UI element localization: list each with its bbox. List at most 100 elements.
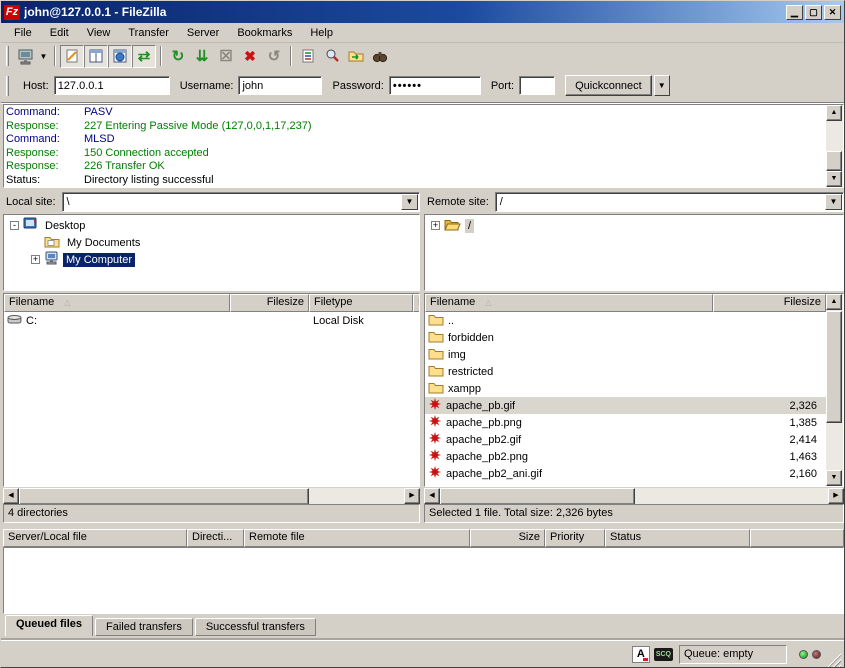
host-input[interactable] <box>54 76 170 95</box>
menu-file[interactable]: File <box>5 25 41 41</box>
expand-icon[interactable]: + <box>31 255 40 264</box>
column-header-remote-file[interactable]: Remote file <box>244 529 470 547</box>
maximize-button[interactable]: ▢ <box>805 5 822 20</box>
tree-item-label: My Documents <box>64 236 143 250</box>
tab-failed-transfers[interactable]: Failed transfers <box>95 618 193 636</box>
scroll-thumb[interactable] <box>19 488 309 505</box>
scroll-thumb[interactable] <box>440 488 635 505</box>
scroll-thumb[interactable] <box>826 311 842 423</box>
column-header-status[interactable]: Status <box>605 529 750 547</box>
remote-file-row-selected[interactable]: apache_pb.gif 2,326 <box>425 397 826 414</box>
queue-tabs: Queued files Failed transfers Successful… <box>5 615 318 636</box>
scroll-up-button[interactable]: ▲ <box>826 105 842 121</box>
scroll-down-button[interactable]: ▼ <box>826 171 842 187</box>
port-input[interactable] <box>519 76 555 95</box>
log-line-label: Response: <box>6 160 84 174</box>
remote-vertical-scrollbar[interactable]: ▲ ▼ <box>826 294 843 486</box>
scroll-left-button[interactable]: ◀ <box>3 488 19 504</box>
remote-file-row[interactable]: img <box>425 346 826 363</box>
minimize-button[interactable]: ▁ <box>786 5 803 20</box>
tree-item-my-computer[interactable]: + My Computer <box>4 251 419 268</box>
local-site-combobox[interactable]: \ ▼ <box>62 192 420 212</box>
message-log[interactable]: Command:PASV Response:227 Entering Passi… <box>3 104 844 188</box>
collapse-icon[interactable]: - <box>10 221 19 230</box>
find-files-button[interactable] <box>368 45 392 68</box>
local-tree[interactable]: - Desktop My Documents + My Computer <box>3 214 420 291</box>
column-header-size[interactable]: Size <box>470 529 545 547</box>
resize-grip[interactable] <box>827 653 841 667</box>
toggle-local-tree-button[interactable] <box>84 45 108 68</box>
remote-file-row[interactable]: apache_pb2.png 1,463 <box>425 448 826 465</box>
column-header-last-modified[interactable]: L <box>413 294 419 312</box>
menu-edit[interactable]: Edit <box>41 25 78 41</box>
tab-successful-transfers[interactable]: Successful transfers <box>195 618 316 636</box>
column-header-filename[interactable]: Filename△ <box>4 294 230 312</box>
remote-file-row[interactable]: apache_pb.png 1,385 <box>425 414 826 431</box>
menu-help[interactable]: Help <box>301 25 342 41</box>
menu-view[interactable]: View <box>78 25 120 41</box>
remote-file-row[interactable]: .. <box>425 312 826 329</box>
speed-limit-badge-icon[interactable]: SCQ <box>654 648 673 661</box>
toolbar-separator <box>290 46 292 66</box>
cancel-operation-button[interactable]: ☒ <box>214 45 238 68</box>
remote-file-row[interactable]: restricted <box>425 363 826 380</box>
remote-tree[interactable]: + / <box>424 214 844 291</box>
column-header-priority[interactable]: Priority <box>545 529 605 547</box>
local-file-row-c-drive[interactable]: C: Local Disk <box>4 312 419 329</box>
chevron-down-icon[interactable]: ▼ <box>825 194 842 210</box>
reconnect-button[interactable]: ↺ <box>262 45 286 68</box>
queue-list[interactable] <box>3 547 844 614</box>
column-header-direction[interactable]: Directi... <box>187 529 244 547</box>
synchronized-browsing-button[interactable] <box>344 45 368 68</box>
process-queue-button[interactable]: ⇊ <box>190 45 214 68</box>
scroll-right-button[interactable]: ▶ <box>828 488 844 504</box>
column-header-filesize[interactable]: Filesize <box>230 294 309 312</box>
column-header-server-local-file[interactable]: Server/Local file <box>3 529 187 547</box>
tree-item-desktop[interactable]: - Desktop <box>4 217 419 234</box>
site-manager-dropdown[interactable]: ▼ <box>37 45 50 68</box>
remote-file-row[interactable]: apache_pb2_ani.gif 2,160 <box>425 465 826 482</box>
directory-comparison-button[interactable] <box>320 45 344 68</box>
local-file-list[interactable]: Filename△ Filesize Filetype L C: Local D… <box>3 293 420 487</box>
remote-file-row[interactable]: xampp <box>425 380 826 397</box>
remote-file-row[interactable]: apache_pb2.gif 2,414 <box>425 431 826 448</box>
tree-item-my-documents[interactable]: My Documents <box>4 234 419 251</box>
remote-horizontal-scrollbar[interactable]: ◀ ▶ <box>424 488 844 505</box>
filter-button[interactable] <box>296 45 320 68</box>
password-input[interactable] <box>389 76 481 95</box>
tree-item-root[interactable]: + / <box>425 217 843 234</box>
scroll-left-button[interactable]: ◀ <box>424 488 440 504</box>
scroll-thumb[interactable] <box>826 151 842 171</box>
menu-server[interactable]: Server <box>178 25 228 41</box>
local-horizontal-scrollbar[interactable]: ◀ ▶ <box>3 488 420 505</box>
remote-file-row[interactable]: forbidden <box>425 329 826 346</box>
scroll-right-button[interactable]: ▶ <box>404 488 420 504</box>
expand-icon[interactable]: + <box>431 221 440 230</box>
quickconnect-button[interactable]: Quickconnect <box>565 75 652 96</box>
chevron-down-icon[interactable]: ▼ <box>401 194 418 210</box>
close-button[interactable]: ✕ <box>824 5 841 20</box>
scroll-up-button[interactable]: ▲ <box>826 294 842 310</box>
scroll-down-button[interactable]: ▼ <box>826 470 842 486</box>
username-input[interactable] <box>238 76 322 95</box>
site-manager-button[interactable] <box>13 45 37 68</box>
remote-file-list[interactable]: Filename△ Filesize .. forbidden img rest… <box>424 293 844 487</box>
log-scrollbar[interactable]: ▲ ▼ <box>826 105 843 187</box>
disconnect-button[interactable]: ✖ <box>238 45 262 68</box>
menu-transfer[interactable]: Transfer <box>119 25 178 41</box>
quickconnect-dropdown[interactable]: ▼ <box>654 75 670 96</box>
transfer-type-indicator-icon[interactable]: A <box>632 646 650 663</box>
tab-queued-files[interactable]: Queued files <box>5 615 93 636</box>
toggle-remote-tree-button[interactable] <box>108 45 132 68</box>
local-site-value: \ <box>63 196 400 208</box>
compare-icon <box>324 48 340 64</box>
toggle-message-log-button[interactable] <box>60 45 84 68</box>
remote-site-combobox[interactable]: / ▼ <box>495 192 844 212</box>
toggle-queue-button[interactable]: ⇄ <box>132 45 156 68</box>
column-header-filesize[interactable]: Filesize <box>713 294 826 312</box>
menu-bookmarks[interactable]: Bookmarks <box>228 25 301 41</box>
message-log-icon <box>64 48 80 64</box>
column-header-filetype[interactable]: Filetype <box>309 294 413 312</box>
refresh-button[interactable]: ↻ <box>166 45 190 68</box>
column-header-filename[interactable]: Filename△ <box>425 294 713 312</box>
